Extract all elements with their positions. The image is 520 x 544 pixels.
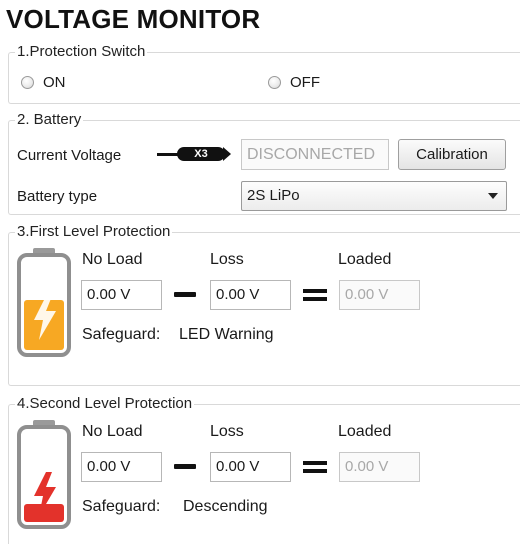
first-loaded-field: 0.00 V xyxy=(339,280,420,310)
battery-type-value: 2S LiPo xyxy=(247,187,300,204)
minus-icon xyxy=(174,292,196,297)
second-level-group: 4.Second Level Protection No Load Loss L… xyxy=(8,395,520,544)
x3-wire-left xyxy=(157,153,179,156)
x3-arrow-icon xyxy=(223,147,231,161)
radio-off-circle[interactable] xyxy=(268,76,281,89)
battery-legend: 2. Battery xyxy=(15,111,84,128)
battery-type-select[interactable]: 2S LiPo xyxy=(241,181,507,211)
battery-low-icon xyxy=(17,420,71,529)
radio-on-circle[interactable] xyxy=(21,76,34,89)
first-loaded-header: Loaded xyxy=(338,251,392,268)
radio-on-label: ON xyxy=(43,74,66,91)
equals-icon xyxy=(303,461,327,473)
protection-switch-group: 1.Protection Switch ON OFF xyxy=(8,43,520,104)
current-voltage-field: DISCONNECTED xyxy=(241,139,389,170)
second-safeguard-label: Safeguard: xyxy=(82,498,161,515)
battery-warning-icon xyxy=(17,248,71,357)
radio-off-label: OFF xyxy=(290,74,320,91)
second-loaded-field: 0.00 V xyxy=(339,452,420,482)
first-no-load-header: No Load xyxy=(82,251,143,268)
equals-icon xyxy=(303,289,327,301)
current-voltage-label: Current Voltage xyxy=(17,147,122,164)
radio-off[interactable]: OFF xyxy=(268,74,320,91)
calibration-button[interactable]: Calibration xyxy=(398,139,506,170)
x3-connector-icon: X3 xyxy=(157,144,239,164)
first-no-load-input[interactable]: 0.00 V xyxy=(81,280,162,310)
first-loss-input[interactable]: 0.00 V xyxy=(210,280,291,310)
x3-connector-tag: X3 xyxy=(177,147,225,161)
first-loss-header: Loss xyxy=(210,251,244,268)
second-safeguard-value: Descending xyxy=(183,498,268,515)
second-level-legend: 4.Second Level Protection xyxy=(15,395,195,412)
first-safeguard-label: Safeguard: xyxy=(82,326,161,343)
protection-switch-legend: 1.Protection Switch xyxy=(15,43,148,60)
chevron-down-icon[interactable] xyxy=(488,193,498,199)
radio-on[interactable]: ON xyxy=(21,74,66,91)
second-loss-input[interactable]: 0.00 V xyxy=(210,452,291,482)
first-safeguard-value: LED Warning xyxy=(179,326,274,343)
first-level-legend: 3.First Level Protection xyxy=(15,223,173,240)
second-no-load-header: No Load xyxy=(82,423,143,440)
second-no-load-input[interactable]: 0.00 V xyxy=(81,452,162,482)
first-level-group: 3.First Level Protection No Load Loss Lo… xyxy=(8,223,520,386)
second-loss-header: Loss xyxy=(210,423,244,440)
battery-group: 2. Battery Current Voltage X3 DISCONNECT… xyxy=(8,111,520,215)
second-loaded-header: Loaded xyxy=(338,423,392,440)
battery-type-label: Battery type xyxy=(17,188,98,205)
app-title: VOLTAGE MONITOR xyxy=(6,4,261,34)
minus-icon xyxy=(174,464,196,469)
